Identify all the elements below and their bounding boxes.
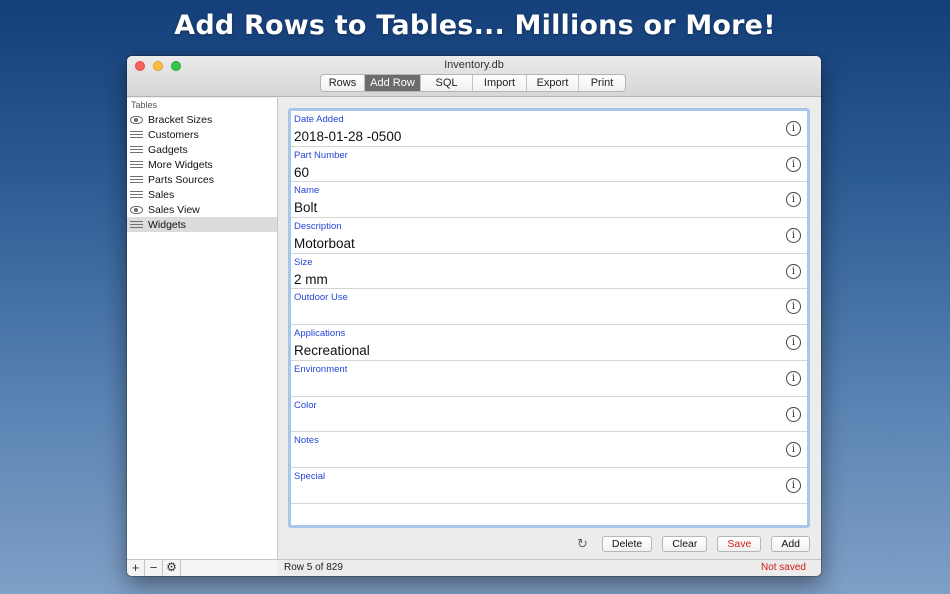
- sidebar-item-bracket-sizes[interactable]: Bracket Sizes: [127, 112, 277, 127]
- info-icon[interactable]: i: [786, 335, 801, 351]
- table-list: Bracket Sizes Customers Gadgets More Wid…: [127, 112, 277, 232]
- table-icon: [130, 220, 143, 230]
- field-environment[interactable]: Environment i: [291, 361, 807, 397]
- field-name[interactable]: Name Bolt i: [291, 182, 807, 219]
- field-label: Outdoor Use: [294, 292, 348, 304]
- sidebar-item-label: Bracket Sizes: [148, 113, 213, 126]
- headline: Add Rows to Tables... Millions or More!: [174, 10, 776, 41]
- tab-add-row[interactable]: Add Row: [365, 75, 421, 91]
- tab-print[interactable]: Print: [579, 75, 625, 91]
- field-label: Description: [294, 221, 342, 233]
- add-table-button[interactable]: +: [127, 560, 145, 576]
- field-label: Applications: [294, 328, 346, 340]
- table-icon: [130, 145, 143, 155]
- field-label: Size: [294, 256, 313, 268]
- sidebar-item-customers[interactable]: Customers: [127, 127, 277, 142]
- table-icon: [130, 160, 143, 170]
- view-tabs: Rows Add Row SQL Import Export Print: [320, 74, 626, 92]
- field-date-added[interactable]: Date Added 2018-01-28 -0500 i: [291, 111, 807, 147]
- add-button[interactable]: Add: [771, 536, 810, 552]
- field-label: Part Number: [294, 149, 348, 161]
- save-state-status: Not saved: [760, 562, 806, 573]
- row-position-status: Row 5 of 829: [284, 562, 343, 573]
- field-size[interactable]: Size 2 mm i: [291, 254, 807, 290]
- delete-button[interactable]: Delete: [601, 536, 653, 552]
- sidebar-item-label: More Widgets: [148, 158, 213, 171]
- table-icon: [130, 175, 143, 185]
- field-value[interactable]: Recreational: [294, 343, 370, 358]
- info-icon[interactable]: i: [786, 192, 801, 208]
- info-icon[interactable]: i: [786, 228, 801, 244]
- field-applications[interactable]: Applications Recreational i: [291, 325, 807, 361]
- remove-table-button[interactable]: −: [145, 560, 163, 576]
- eye-icon: [130, 205, 143, 214]
- action-bar: ↻ Delete Clear Save Add: [577, 536, 810, 552]
- info-icon[interactable]: i: [786, 263, 801, 279]
- field-outdoor-use[interactable]: Outdoor Use i: [291, 289, 807, 326]
- sidebar-item-sales[interactable]: Sales: [127, 187, 277, 202]
- save-button[interactable]: Save: [717, 536, 762, 552]
- sidebar-item-label: Widgets: [148, 218, 186, 231]
- add-row-panel: Date Added 2018-01-28 -0500 i Part Numbe…: [278, 98, 821, 576]
- info-icon[interactable]: i: [786, 370, 801, 386]
- sidebar-item-label: Customers: [148, 128, 199, 141]
- title-bar: Inventory.db Rows Add Row SQL Import Exp…: [127, 56, 821, 97]
- field-label: Notes: [294, 435, 319, 447]
- field-value[interactable]: 2018-01-28 -0500: [294, 129, 401, 144]
- eye-icon: [130, 115, 143, 124]
- info-icon[interactable]: i: [786, 299, 801, 315]
- window-title: Inventory.db: [444, 59, 504, 71]
- clear-button[interactable]: Clear: [662, 536, 708, 552]
- sidebar-item-parts-sources[interactable]: Parts Sources: [127, 172, 277, 187]
- field-value[interactable]: 60: [294, 165, 309, 180]
- field-label: Color: [294, 399, 317, 411]
- gear-icon[interactable]: ⚙: [163, 560, 181, 576]
- table-icon: [130, 130, 143, 140]
- tables-sidebar: Tables Bracket Sizes Customers Gadgets M…: [127, 98, 278, 576]
- field-value[interactable]: 2 mm: [294, 272, 328, 287]
- sidebar-footer: + − ⚙: [127, 559, 278, 576]
- field-label: Date Added: [294, 114, 344, 125]
- field-description[interactable]: Description Motorboat i: [291, 218, 807, 254]
- sidebar-header: Tables: [131, 100, 158, 110]
- info-icon[interactable]: i: [786, 121, 801, 136]
- status-bar: Row 5 of 829 Not saved: [278, 559, 821, 576]
- field-color[interactable]: Color i: [291, 397, 807, 433]
- refresh-icon[interactable]: ↻: [577, 536, 588, 552]
- field-value[interactable]: Motorboat: [294, 236, 355, 251]
- field-label: Name: [294, 185, 320, 197]
- field-special[interactable]: Special i: [291, 468, 807, 504]
- tab-export[interactable]: Export: [527, 75, 579, 91]
- info-icon[interactable]: i: [786, 156, 801, 172]
- sidebar-item-sales-view[interactable]: Sales View: [127, 202, 277, 217]
- tab-import[interactable]: Import: [473, 75, 527, 91]
- sidebar-item-label: Sales View: [148, 203, 200, 216]
- info-icon[interactable]: i: [786, 477, 801, 493]
- field-part-number[interactable]: Part Number 60 i: [291, 147, 807, 183]
- table-icon: [130, 190, 143, 200]
- field-notes[interactable]: Notes i: [291, 432, 807, 468]
- tab-sql[interactable]: SQL: [421, 75, 473, 91]
- field-label: Special: [294, 470, 326, 482]
- info-icon[interactable]: i: [786, 442, 801, 458]
- tab-rows[interactable]: Rows: [321, 75, 365, 91]
- field-label: Environment: [294, 363, 348, 375]
- sidebar-item-label: Sales: [148, 188, 175, 201]
- sidebar-item-widgets[interactable]: Widgets: [127, 217, 277, 232]
- sidebar-item-more-widgets[interactable]: More Widgets: [127, 157, 277, 172]
- add-row-form: Date Added 2018-01-28 -0500 i Part Numbe…: [288, 108, 810, 528]
- app-window: Inventory.db Rows Add Row SQL Import Exp…: [127, 56, 821, 576]
- sidebar-item-label: Gadgets: [148, 143, 188, 156]
- info-icon[interactable]: i: [786, 406, 801, 422]
- sidebar-item-gadgets[interactable]: Gadgets: [127, 142, 277, 157]
- field-value[interactable]: Bolt: [294, 200, 317, 215]
- sidebar-item-label: Parts Sources: [148, 173, 214, 186]
